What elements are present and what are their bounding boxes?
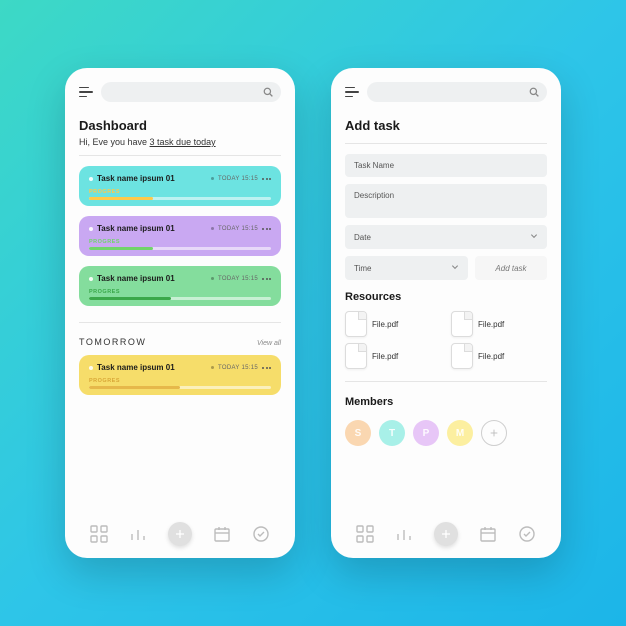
divider: [345, 381, 547, 382]
task-time: TODAY 15:15: [218, 365, 258, 371]
page-title: Dashboard: [79, 118, 281, 133]
task-time: TODAY 15:15: [218, 276, 258, 282]
greeting-text: Hi, Eve you have 3 task due today: [79, 137, 281, 147]
task-card[interactable]: Task name ipsum 01 TODAY 15:15 PROGRES: [79, 216, 281, 256]
members-heading: Members: [345, 396, 547, 408]
date-field[interactable]: Date: [345, 225, 547, 249]
task-name: Task name ipsum 01: [97, 174, 207, 183]
divider: [345, 143, 547, 144]
task-card[interactable]: Task name ipsum 01 TODAY 15:15 PROGRES: [79, 266, 281, 306]
bullet-icon: [89, 227, 93, 231]
member-avatar[interactable]: S: [345, 420, 371, 446]
progress-bar: [89, 197, 271, 200]
file-label: File.pdf: [478, 352, 504, 361]
divider: [79, 155, 281, 156]
top-bar: [345, 82, 547, 102]
task-name-field[interactable]: Task Name: [345, 154, 547, 177]
member-avatar[interactable]: T: [379, 420, 405, 446]
nav-add-button[interactable]: [434, 522, 458, 546]
time-field[interactable]: Time: [345, 256, 468, 280]
view-all-link[interactable]: View all: [257, 340, 281, 347]
nav-home-icon[interactable]: [356, 525, 374, 543]
nav-calendar-icon[interactable]: [479, 525, 497, 543]
nav-stats-icon[interactable]: [129, 525, 147, 543]
resources-heading: Resources: [345, 291, 547, 303]
nav-home-icon[interactable]: [90, 525, 108, 543]
search-input[interactable]: [101, 82, 281, 102]
add-task-screen: Add task Task Name Description Date Time…: [331, 68, 561, 558]
search-icon: [263, 87, 273, 97]
bullet-icon: [89, 277, 93, 281]
task-name: Task name ipsum 01: [97, 274, 207, 283]
top-bar: [79, 82, 281, 102]
nav-stats-icon[interactable]: [395, 525, 413, 543]
nav-add-button[interactable]: [168, 522, 192, 546]
dashboard-screen: Dashboard Hi, Eve you have 3 task due to…: [65, 68, 295, 558]
more-icon[interactable]: [262, 367, 271, 369]
progress-label: PROGRES: [89, 189, 271, 195]
page-title: Add task: [345, 118, 547, 133]
task-card[interactable]: Task name ipsum 01 TODAY 15:15 PROGRES: [79, 166, 281, 206]
file-icon: [345, 311, 367, 337]
file-icon: [451, 343, 473, 369]
file-icon: [451, 311, 473, 337]
file-label: File.pdf: [372, 352, 398, 361]
bullet-icon: [89, 366, 93, 370]
file-label: File.pdf: [478, 320, 504, 329]
search-input[interactable]: [367, 82, 547, 102]
tomorrow-heading: TOMORROW: [79, 337, 146, 347]
search-icon: [529, 87, 539, 97]
progress-label: PROGRES: [89, 378, 271, 384]
progress-bar: [89, 297, 271, 300]
file-item[interactable]: File.pdf: [345, 311, 441, 337]
task-card[interactable]: Task name ipsum 01 TODAY 15:15 PROGRES: [79, 355, 281, 395]
nav-check-icon[interactable]: [252, 525, 270, 543]
file-item[interactable]: File.pdf: [345, 343, 441, 369]
bottom-nav: [79, 512, 281, 558]
task-time: TODAY 15:15: [218, 176, 258, 182]
progress-label: PROGRES: [89, 239, 271, 245]
file-icon: [345, 343, 367, 369]
task-time: TODAY 15:15: [218, 226, 258, 232]
add-task-button[interactable]: Add task: [475, 256, 547, 280]
progress-label: PROGRES: [89, 289, 271, 295]
task-name: Task name ipsum 01: [97, 224, 207, 233]
chevron-down-icon: [530, 232, 538, 242]
task-name: Task name ipsum 01: [97, 363, 207, 372]
more-icon[interactable]: [262, 178, 271, 180]
nav-check-icon[interactable]: [518, 525, 536, 543]
member-avatar[interactable]: M: [447, 420, 473, 446]
menu-icon[interactable]: [345, 87, 359, 98]
description-field[interactable]: Description: [345, 184, 547, 218]
file-label: File.pdf: [372, 320, 398, 329]
bottom-nav: [345, 512, 547, 558]
bullet-icon: [89, 177, 93, 181]
file-item[interactable]: File.pdf: [451, 343, 547, 369]
chevron-down-icon: [451, 263, 459, 273]
add-member-button[interactable]: [481, 420, 507, 446]
more-icon[interactable]: [262, 228, 271, 230]
menu-icon[interactable]: [79, 87, 93, 98]
nav-calendar-icon[interactable]: [213, 525, 231, 543]
divider: [79, 322, 281, 323]
file-item[interactable]: File.pdf: [451, 311, 547, 337]
member-avatar[interactable]: P: [413, 420, 439, 446]
more-icon[interactable]: [262, 278, 271, 280]
progress-bar: [89, 247, 271, 250]
progress-bar: [89, 386, 271, 389]
